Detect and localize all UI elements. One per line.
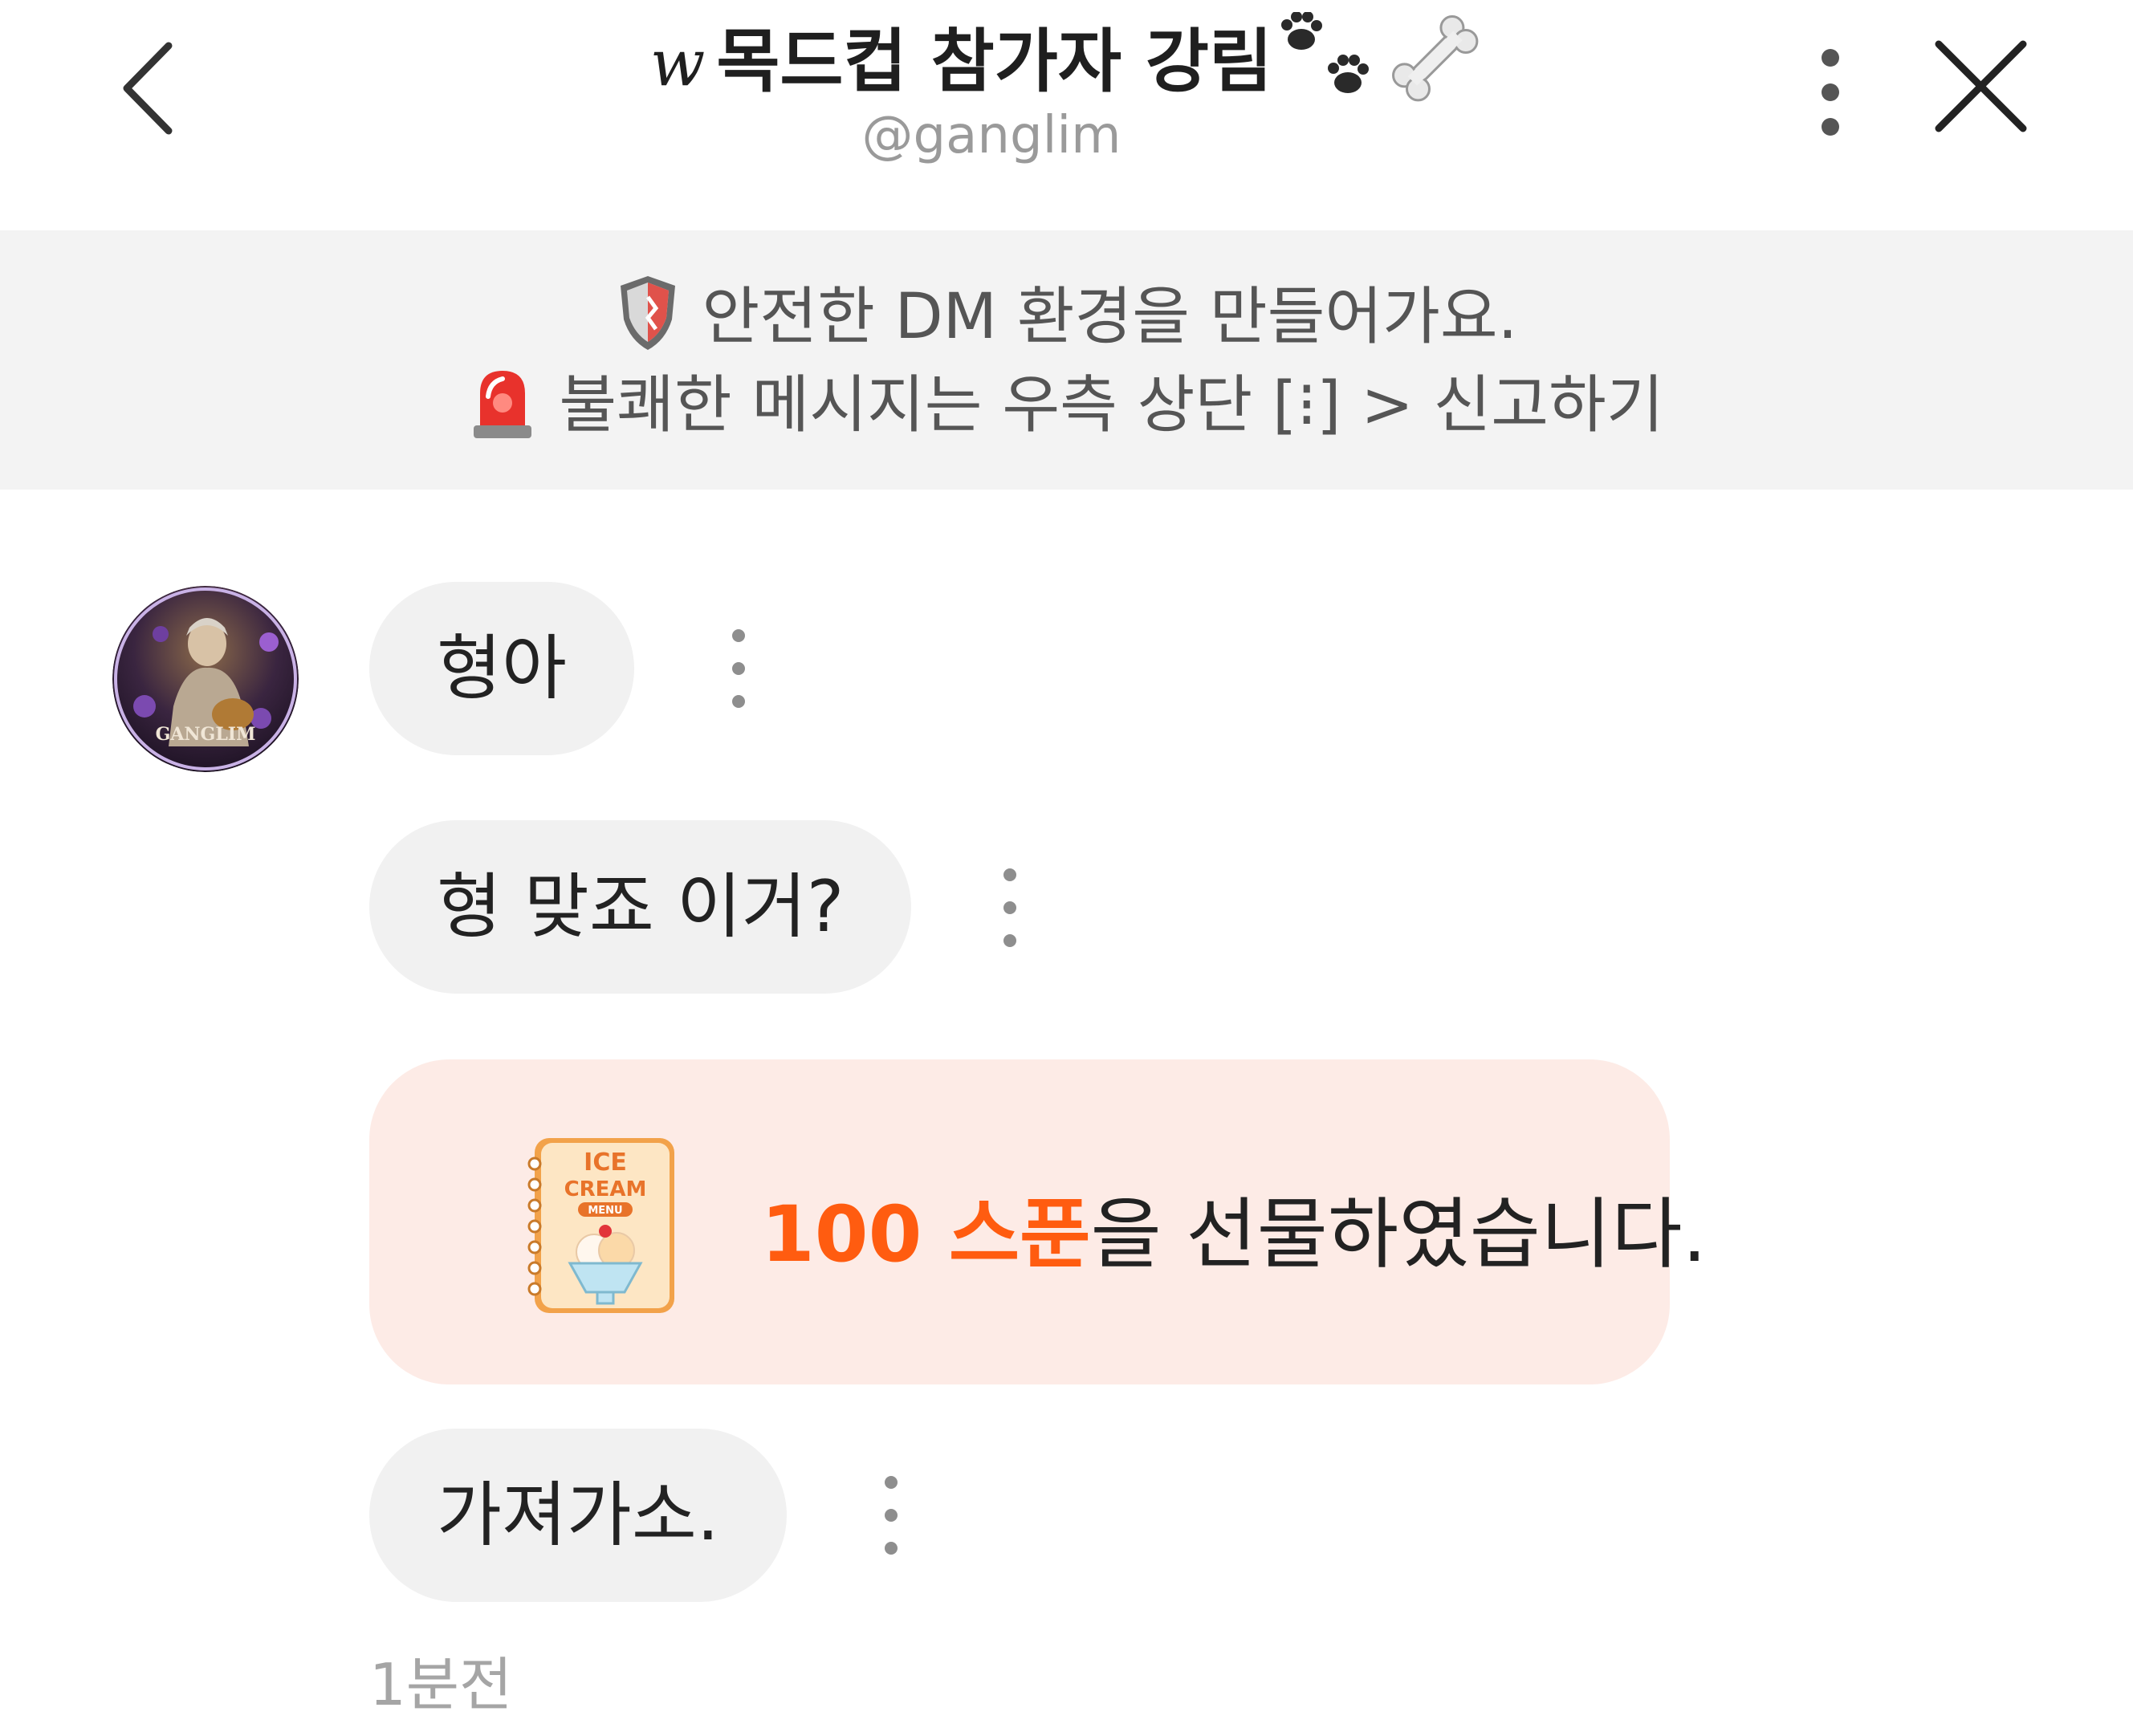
siren-icon — [469, 361, 536, 457]
menu-label-ice: ICE — [584, 1149, 627, 1177]
gift-message[interactable]: ICE CREAM MENU 100 스푼을 선물하였습니다. — [369, 1059, 1707, 1384]
title-prefix: w — [649, 26, 706, 100]
message-text: 가져가소. — [437, 1474, 719, 1556]
menu-label-cream: CREAM — [564, 1177, 647, 1201]
avatar-image: GANGLIM — [112, 586, 299, 772]
more-options-button[interactable] — [1798, 40, 1862, 144]
paw-prints-icon — [1277, 10, 1382, 121]
message-bubble[interactable]: 형 맞죠 이거? — [369, 820, 912, 994]
sender-avatar[interactable]: GANGLIM — [112, 586, 299, 772]
avatar-label: GANGLIM — [156, 724, 256, 745]
notice-line-2: 불쾌한 메시지는 우측 상단 [⁝] > 신고하기 — [0, 355, 2133, 457]
notice-text-2: 불쾌한 메시지는 우측 상단 [⁝] > 신고하기 — [559, 369, 1664, 441]
message-bubble[interactable]: 가져가소. — [369, 1429, 787, 1602]
safety-notice-banner: 안전한 DM 환경을 만들어가요. 불쾌한 메시지는 우측 상단 [⁝] > 신… — [0, 230, 2133, 490]
message-options-button[interactable] — [714, 616, 763, 721]
chat-handle: @ganglim — [861, 106, 1121, 165]
gift-amount: 100 스푼 — [761, 1189, 1091, 1279]
bone-icon — [1386, 12, 1483, 121]
message-timestamp: 1분전 — [369, 1651, 513, 1718]
close-icon — [1935, 40, 2027, 132]
vertical-ellipsis-icon — [1822, 49, 1839, 136]
message-bubble[interactable]: 형아 — [369, 582, 634, 755]
ice-cream-menu-image: ICE CREAM MENU — [522, 1132, 682, 1320]
chat-header: w 목드컵 참가자 강림 @ganglim — [0, 0, 2133, 229]
gift-message-text: 100 스푼을 선물하였습니다. — [761, 1172, 1707, 1283]
message-text: 형아 — [437, 627, 567, 709]
notice-text-1: 안전한 DM 환경을 만들어가요. — [702, 281, 1518, 353]
menu-label-menu: MENU — [588, 1205, 622, 1217]
notice-line-1: 안전한 DM 환경을 만들어가요. — [0, 266, 2133, 368]
title-text: 목드컵 참가자 강림 — [716, 22, 1273, 102]
close-button[interactable] — [1919, 36, 2039, 140]
gift-suffix: 을 선물하였습니다. — [1090, 1189, 1708, 1279]
message-options-button[interactable] — [867, 1463, 915, 1567]
message-options-button[interactable] — [986, 856, 1034, 960]
message-text: 형 맞죠 이거? — [437, 865, 845, 948]
